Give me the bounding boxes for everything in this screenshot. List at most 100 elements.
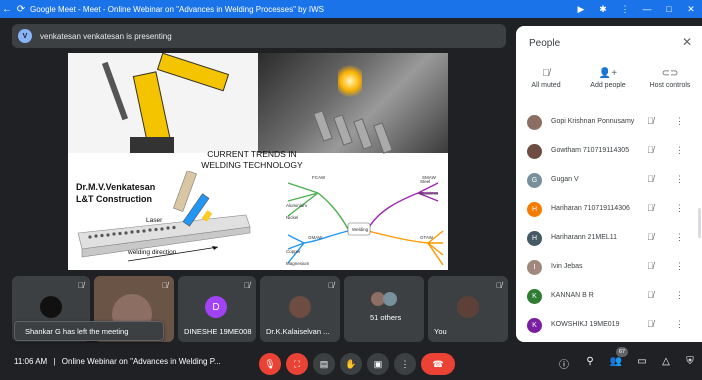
more-vert-icon[interactable]: ⋮	[675, 174, 684, 185]
mic-toggle-button[interactable]: 🎙	[259, 353, 281, 375]
mic-off-icon[interactable]: 🎙̸	[647, 116, 654, 126]
participant-row[interactable]: K KOWSHIKJ 19ME019 🎙̸ ⋮	[516, 311, 702, 339]
mic-off-icon[interactable]: 🎙̸	[647, 319, 654, 329]
panel-scrollbar[interactable]	[698, 208, 701, 238]
hand-icon: ✋	[345, 358, 357, 369]
back-arrow-icon[interactable]: ←	[0, 4, 14, 15]
browser-title-bar: ← ⟳ Google Meet - Meet - Online Webinar …	[0, 0, 702, 18]
add-people-button[interactable]: 👤+ Add people	[578, 68, 638, 89]
slide-title: CURRENT TRENDS IN WELDING TECHNOLOGY	[201, 149, 303, 170]
participants-mic-icon[interactable]: ⚲	[583, 356, 597, 372]
mindmap-node: GTAW	[420, 235, 433, 240]
activities-icon[interactable]: △	[659, 356, 673, 372]
participant-row[interactable]: Gowtham 710719114305 🎙̸ ⋮	[516, 137, 702, 165]
participant-name: Gowtham 710719114305	[551, 147, 630, 154]
host-controls-button[interactable]: ⊂⊃ Host controls	[640, 68, 700, 89]
mindmap-center-label: Welding	[352, 227, 369, 232]
panel-title: People	[529, 38, 561, 49]
welding-photo-image	[258, 53, 448, 154]
all-muted-button[interactable]: 🎙̸ All muted	[516, 68, 576, 89]
participant-row[interactable]: K KANNAN B R 🎙̸ ⋮	[516, 282, 702, 310]
close-window-button[interactable]: ✕	[680, 4, 702, 15]
mic-off-icon: 🎙̸	[328, 281, 334, 290]
reload-icon[interactable]: ⟳	[14, 4, 28, 15]
avatar: I	[527, 260, 542, 275]
mindmap-node: Stainless	[420, 191, 439, 196]
participant-tile-others[interactable]: 51 others	[344, 276, 424, 342]
participant-row[interactable]: G Gugan V 🎙̸ ⋮	[516, 166, 702, 194]
meeting-info: 11:06 AM | Online Webinar on "Advances i…	[14, 357, 221, 366]
meeting-time: 11:06 AM	[14, 357, 48, 366]
notification-toast: Shankar G has left the meeting	[14, 321, 164, 341]
avatar	[40, 296, 62, 318]
mic-off-icon: 🎙̸	[162, 281, 168, 290]
participant-tile[interactable]: 🎙̸ D DINESHE 19ME008	[178, 276, 256, 342]
participant-name: KOWSHIKJ 19ME019	[551, 321, 620, 328]
people-icon[interactable]: 👥	[609, 356, 623, 372]
avatar: K	[527, 289, 542, 304]
cast-icon[interactable]: ▶	[570, 4, 592, 15]
mindmap-node: Copper	[286, 249, 301, 254]
avatar	[527, 144, 542, 159]
more-vert-icon[interactable]: ⋮	[675, 116, 684, 127]
participant-name: KANNAN B R	[551, 292, 594, 299]
avatar: K	[527, 318, 542, 333]
avatar	[383, 292, 397, 306]
participant-name: Gopi Krishnan Ponnusamy	[551, 118, 635, 125]
participant-count-badge: 67	[616, 347, 628, 357]
mic-off-icon[interactable]: 🎙̸	[647, 203, 654, 213]
minimize-button[interactable]: —	[636, 4, 658, 14]
more-options-button[interactable]: ⋮	[394, 353, 416, 375]
add-person-icon: 👤+	[598, 68, 618, 79]
maximize-button[interactable]: □	[658, 4, 680, 14]
raise-hand-button[interactable]: ✋	[340, 353, 362, 375]
mindmap-node: Steel	[420, 179, 431, 184]
avatar: H	[527, 202, 542, 217]
more-vert-icon[interactable]: ⋮	[675, 203, 684, 214]
participant-tile-self[interactable]: 🎙̸ You	[428, 276, 508, 342]
presenting-text: venkatesan venkatesan is presenting	[40, 31, 172, 41]
people-panel: People ✕ 🎙̸ All muted 👤+ Add people ⊂⊃ H…	[516, 26, 702, 342]
mic-off-icon[interactable]: 🎙̸	[647, 232, 654, 242]
meeting-details-icon[interactable]: ⓘ	[557, 356, 571, 372]
avatar: G	[527, 173, 542, 188]
more-vert-icon[interactable]: ⋮	[675, 261, 684, 272]
menu-icon[interactable]: ⋮	[614, 4, 636, 15]
more-vert-icon[interactable]: ⋮	[675, 319, 684, 330]
avatar	[527, 115, 542, 130]
slide-presenter-block: Dr.M.V.Venkatesan L&T Construction	[76, 182, 156, 204]
mindmap-node: GMAW	[308, 235, 323, 240]
host-controls-icon[interactable]: ⛨	[683, 356, 697, 372]
more-vert-icon[interactable]: ⋮	[675, 232, 684, 243]
mic-off-icon[interactable]: 🎙̸	[647, 290, 654, 300]
chat-icon[interactable]: ▭	[635, 356, 649, 372]
participant-name: Hariharan 710719114306	[551, 205, 630, 212]
participant-row[interactable]: I Ivin Jebas 🎙̸ ⋮	[516, 253, 702, 281]
close-icon[interactable]: ✕	[682, 35, 692, 49]
mic-off-icon[interactable]: 🎙̸	[647, 174, 654, 184]
participant-name: Gugan V	[551, 176, 579, 183]
captions-icon: ▤	[319, 358, 329, 369]
mic-off-icon: 🎙̸	[542, 68, 550, 79]
participant-name: DINESHE 19ME008	[184, 327, 252, 336]
participant-name: Dr.K.Kalaiselvan ...	[266, 327, 330, 336]
leave-call-button[interactable]: ☎	[421, 353, 455, 375]
participant-tile[interactable]: 🎙̸ Dr.K.Kalaiselvan ...	[260, 276, 340, 342]
camera-toggle-button[interactable]: ⛶	[286, 353, 308, 375]
participant-row[interactable]: Gopi Krishnan Ponnusamy 🎙̸ ⋮	[516, 108, 702, 136]
more-vert-icon: ⋮	[400, 358, 410, 369]
mindmap-node: Magnesium	[286, 261, 310, 266]
captions-button[interactable]: ▤	[313, 353, 335, 375]
welding-direction-label: welding direction	[128, 249, 177, 256]
mic-off-icon[interactable]: 🎙̸	[647, 261, 654, 271]
mic-off-icon[interactable]: 🎙̸	[647, 145, 654, 155]
mic-off-icon: 🎙̸	[244, 281, 250, 290]
extension-icon[interactable]: ✱	[592, 4, 614, 15]
more-vert-icon[interactable]: ⋮	[675, 290, 684, 301]
window-title: Google Meet - Meet - Online Webinar on "…	[30, 4, 324, 14]
present-button[interactable]: ▣	[367, 353, 389, 375]
participant-row[interactable]: H Hariharan 710719114306 🎙̸ ⋮	[516, 195, 702, 223]
presenter-avatar: V	[18, 29, 32, 43]
more-vert-icon[interactable]: ⋮	[675, 145, 684, 156]
participant-row[interactable]: H Hariharann 21MEL11 🎙̸ ⋮	[516, 224, 702, 252]
